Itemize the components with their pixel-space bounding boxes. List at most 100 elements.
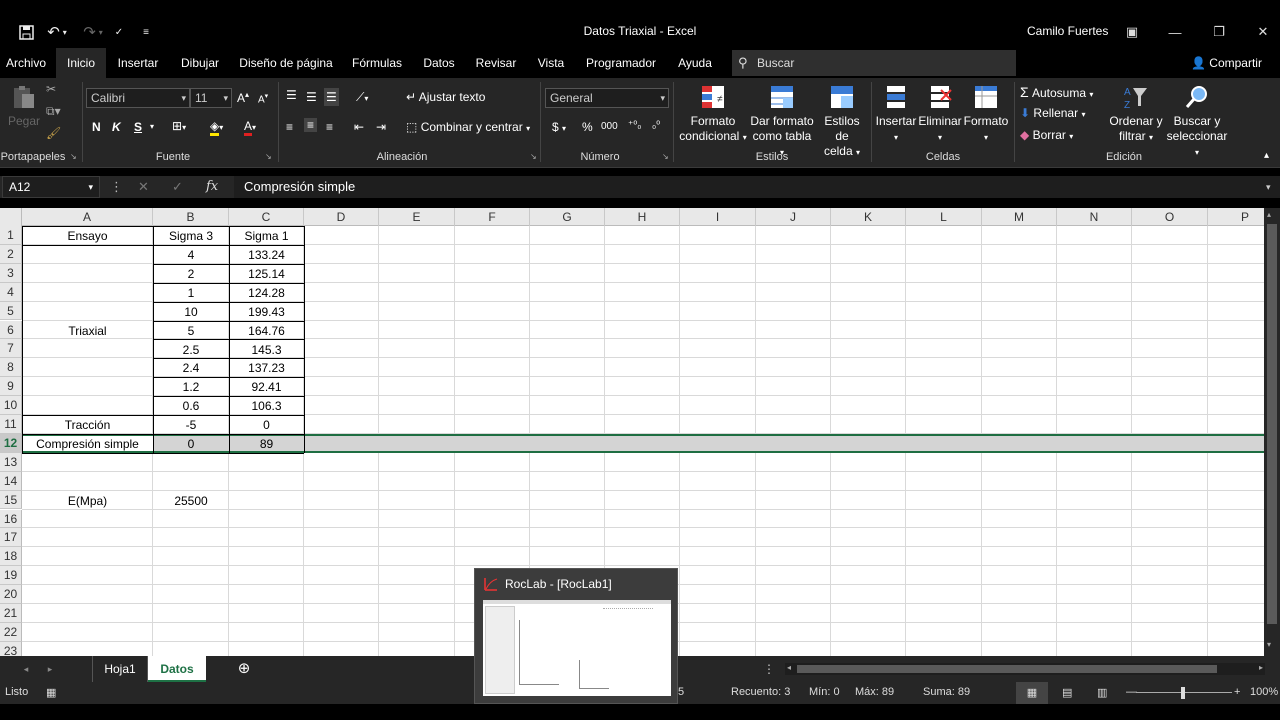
column-header-b[interactable]: B bbox=[153, 208, 229, 226]
user-name[interactable]: Camilo Fuertes bbox=[1027, 24, 1108, 38]
merge-center-button[interactable]: ⬚ Combinar y centrar ▾ bbox=[406, 120, 530, 134]
sort-filter-button[interactable]: AZ Ordenar y filtrar ▾ bbox=[1108, 84, 1164, 145]
tab-dibujar[interactable]: Dibujar bbox=[174, 48, 226, 78]
font-color-icon[interactable]: A▾ bbox=[244, 119, 256, 136]
share-button[interactable]: 👤 Compartir bbox=[1191, 48, 1262, 78]
fill-color-icon[interactable]: ◈▾ bbox=[210, 119, 223, 136]
column-header-k[interactable]: K bbox=[831, 208, 906, 226]
alignment-launcher-icon[interactable]: ↘ bbox=[530, 152, 537, 161]
column-header-a[interactable]: A bbox=[22, 208, 153, 226]
bold-button[interactable]: N bbox=[92, 120, 101, 134]
name-box[interactable]: A12 ▾ bbox=[2, 176, 100, 198]
column-header-n[interactable]: N bbox=[1057, 208, 1132, 226]
sheet-options-icon[interactable]: ⋮ bbox=[762, 656, 776, 682]
font-launcher-icon[interactable]: ↘ bbox=[265, 152, 272, 161]
row-header-6[interactable]: 6 bbox=[0, 320, 22, 340]
triaxial-sigma1-cell[interactable]: 145.3 bbox=[229, 341, 304, 360]
column-header-g[interactable]: G bbox=[530, 208, 605, 226]
tab-diseno-pagina[interactable]: Diseño de página bbox=[236, 48, 336, 78]
zoom-level[interactable]: 100% bbox=[1250, 686, 1278, 698]
decrease-decimal-icon[interactable]: ₀⁰ bbox=[652, 120, 660, 131]
next-sheet-icon[interactable]: ▸ bbox=[40, 656, 60, 682]
align-top-icon[interactable]: ☰ bbox=[286, 88, 297, 102]
tab-archivo[interactable]: Archivo bbox=[0, 48, 52, 78]
decrease-indent-icon[interactable]: ⇤ bbox=[354, 120, 364, 134]
hscroll-right-icon[interactable]: ▸ bbox=[1259, 663, 1263, 672]
triaxial-sigma3-cell[interactable]: 1 bbox=[153, 284, 229, 303]
currency-button[interactable]: $ ▾ bbox=[552, 120, 566, 134]
format-cells-button[interactable]: Formato ▾ bbox=[962, 84, 1010, 145]
row-header-1[interactable]: 1 bbox=[0, 226, 22, 245]
page-layout-icon[interactable]: ▤ bbox=[1062, 686, 1072, 699]
minimize-icon[interactable]: — bbox=[1160, 20, 1190, 44]
triaxial-sigma1-cell[interactable]: 164.76 bbox=[229, 322, 304, 341]
close-icon[interactable]: ✕ bbox=[1248, 20, 1278, 44]
tab-vista[interactable]: Vista bbox=[532, 48, 570, 78]
triaxial-sigma3-cell[interactable]: 2.5 bbox=[153, 341, 229, 360]
number-launcher-icon[interactable]: ↘ bbox=[662, 152, 669, 161]
tab-inicio[interactable]: Inicio bbox=[56, 48, 106, 78]
more-options-icon[interactable]: ⋮ bbox=[110, 176, 123, 198]
cancel-entry-icon[interactable]: ✕ bbox=[138, 176, 149, 198]
header-sigma1[interactable]: Sigma 1 bbox=[229, 227, 304, 246]
traccion-label[interactable]: Tracción bbox=[22, 416, 153, 435]
row-header-22[interactable]: 22 bbox=[0, 622, 22, 642]
traccion-sigma3[interactable]: -5 bbox=[153, 416, 229, 435]
triaxial-sigma3-cell[interactable]: 0.6 bbox=[153, 397, 229, 416]
column-header-f[interactable]: F bbox=[455, 208, 530, 226]
triaxial-sigma3-cell[interactable]: 10 bbox=[153, 303, 229, 322]
row-header-21[interactable]: 21 bbox=[0, 604, 22, 623]
collapse-ribbon-icon[interactable]: ▴ bbox=[1264, 150, 1269, 161]
underline-dropdown-icon[interactable]: ▾ bbox=[150, 122, 154, 131]
vertical-scrollbar[interactable]: ▴ ▾ bbox=[1264, 208, 1280, 656]
format-painter-icon[interactable]: 🖌 bbox=[46, 126, 61, 140]
borders-icon[interactable]: ⊞▾ bbox=[172, 119, 186, 133]
scroll-up-icon[interactable]: ▴ bbox=[1267, 210, 1271, 219]
prev-sheet-icon[interactable]: ◂ bbox=[16, 656, 36, 682]
sheet-tab-datos[interactable]: Datos bbox=[148, 656, 206, 682]
percent-button[interactable]: % bbox=[582, 120, 593, 134]
thousands-button[interactable]: 000 bbox=[601, 121, 618, 132]
clear-button[interactable]: ◆ Borrar ▾ bbox=[1020, 128, 1073, 142]
column-header-o[interactable]: O bbox=[1132, 208, 1208, 226]
triaxial-sigma3-cell[interactable]: 2.4 bbox=[153, 359, 229, 378]
triaxial-sigma1-cell[interactable]: 106.3 bbox=[229, 397, 304, 416]
sheet-tab-hoja1[interactable]: Hoja1 bbox=[92, 656, 148, 682]
normal-view-icon[interactable]: ▦ bbox=[1016, 682, 1048, 704]
column-header-c[interactable]: C bbox=[229, 208, 304, 226]
autosum-button[interactable]: Σ Autosuma ▾ bbox=[1020, 84, 1093, 100]
clipboard-launcher-icon[interactable]: ↘ bbox=[70, 152, 77, 161]
row-header-13[interactable]: 13 bbox=[0, 452, 22, 472]
cut-icon[interactable]: ✂ bbox=[46, 82, 56, 96]
row-header-10[interactable]: 10 bbox=[0, 396, 22, 415]
new-sheet-icon[interactable]: ⊕ bbox=[232, 656, 256, 682]
font-name-select[interactable]: Calibri ▾ bbox=[86, 88, 190, 108]
conditional-format-button[interactable]: ≠ Formato condicional ▾ bbox=[676, 84, 750, 145]
tab-insertar[interactable]: Insertar bbox=[112, 48, 164, 78]
triaxial-sigma3-cell[interactable]: 4 bbox=[153, 246, 229, 265]
triaxial-sigma1-cell[interactable]: 199.43 bbox=[229, 303, 304, 322]
font-size-select[interactable]: 11 ▾ bbox=[190, 88, 232, 108]
modulus-value[interactable]: 25500 bbox=[153, 492, 229, 511]
hscroll-left-icon[interactable]: ◂ bbox=[787, 663, 791, 672]
column-header-m[interactable]: M bbox=[982, 208, 1057, 226]
align-left-icon[interactable]: ≡ bbox=[286, 120, 293, 134]
compresion-sigma1[interactable]: 89 bbox=[229, 435, 304, 454]
row-header-11[interactable]: 11 bbox=[0, 415, 22, 434]
header-sigma3[interactable]: Sigma 3 bbox=[153, 227, 229, 246]
number-format-select[interactable]: General ▾ bbox=[545, 88, 669, 108]
row-header-4[interactable]: 4 bbox=[0, 282, 22, 302]
triaxial-sigma1-cell[interactable]: 137.23 bbox=[229, 359, 304, 378]
align-bottom-icon[interactable]: ☰ bbox=[324, 88, 339, 106]
scroll-thumb[interactable] bbox=[1267, 224, 1277, 624]
macro-record-icon[interactable]: ▦ bbox=[46, 686, 56, 699]
column-header-h[interactable]: H bbox=[605, 208, 680, 226]
column-header-l[interactable]: L bbox=[906, 208, 982, 226]
insert-function-icon[interactable]: fx bbox=[206, 176, 218, 198]
column-header-j[interactable]: J bbox=[756, 208, 831, 226]
row-header-18[interactable]: 18 bbox=[0, 547, 22, 567]
taskbar-preview[interactable]: RocLab - [RocLab1] bbox=[474, 568, 678, 704]
copy-icon[interactable]: ⧉▾ bbox=[46, 104, 61, 119]
triaxial-sigma3-cell[interactable]: 2 bbox=[153, 265, 229, 284]
row-header-20[interactable]: 20 bbox=[0, 585, 22, 604]
